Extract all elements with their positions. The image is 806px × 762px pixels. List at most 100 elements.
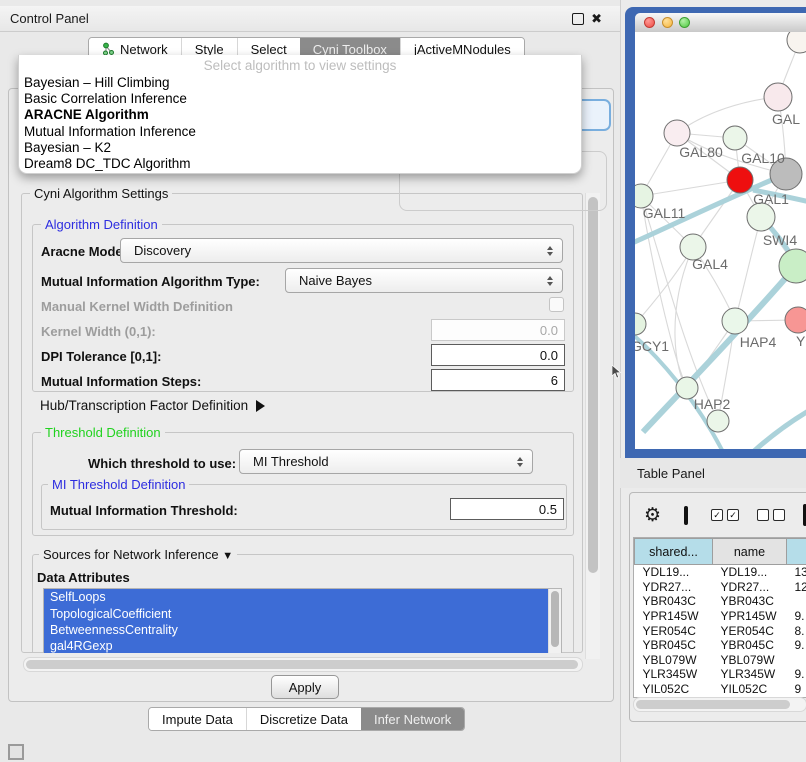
dropdown-item[interactable]: Basic Correlation Inference <box>19 91 581 107</box>
tab-impute-data-label: Impute Data <box>162 712 233 727</box>
algorithm-definition-title: Algorithm Definition <box>41 218 162 231</box>
control-panel: Control Panel ✖ Network Style Select Cyn… <box>0 0 621 762</box>
column-header-name[interactable]: name <box>713 539 787 565</box>
list-item[interactable]: gal4RGexp <box>44 638 549 653</box>
node-hap4[interactable] <box>722 308 748 334</box>
sources-group: Sources for Network Inference ▼ Data Att… <box>32 554 574 652</box>
mi-threshold-field[interactable]: 0.5 <box>450 498 564 520</box>
apply-button[interactable]: Apply <box>271 675 339 699</box>
table-row[interactable]: YPR145WYPR145W9. <box>635 609 806 624</box>
table-row[interactable]: YLR345WYLR345W9. <box>635 667 806 682</box>
dpi-tolerance-field[interactable]: 0.0 <box>431 344 565 366</box>
stepper-icon <box>547 276 553 286</box>
tab-discretize-data-label: Discretize Data <box>260 712 348 727</box>
column-header-partial[interactable] <box>787 539 806 565</box>
node-gal[interactable] <box>764 83 792 111</box>
tab-impute-data[interactable]: Impute Data <box>149 708 246 730</box>
network-view-window[interactable]: GAL GAL80 GAL10 GAL1 GAL11 SWI4 GAL4 GCY… <box>625 7 806 458</box>
stepper-icon <box>547 246 553 256</box>
table-row[interactable]: YIL052CYIL052C9 <box>635 682 806 697</box>
dropdown-item[interactable]: Bayesian – K2 <box>19 140 581 156</box>
column-layout-icon[interactable] <box>684 506 688 525</box>
list-vertical-scrollbar[interactable] <box>548 589 561 653</box>
mi-steps-label: Mutual Information Steps: <box>41 374 201 389</box>
list-item[interactable]: TopologicalCoefficient <box>44 605 549 621</box>
node-label: GAL1 <box>753 191 789 207</box>
sources-title-label: Sources for Network Inference <box>43 547 219 562</box>
algorithm-definition-group: Algorithm Definition Aracne Mode: Discov… <box>32 224 574 392</box>
which-threshold-value: MI Threshold <box>253 454 329 469</box>
data-attributes-list[interactable]: SelfLoops TopologicalCoefficient Between… <box>43 588 562 653</box>
node-swi4[interactable] <box>747 203 775 231</box>
table-panel-title: Table Panel <box>637 466 705 481</box>
mac-close-icon[interactable] <box>644 17 655 28</box>
dropdown-item-selected[interactable]: ARACNE Algorithm <box>19 107 581 123</box>
table-row[interactable]: YDR27...YDR27...12 <box>635 580 806 595</box>
data-attributes-label: Data Attributes <box>37 570 130 585</box>
network-window-titlebar[interactable] <box>635 13 806 33</box>
dropdown-item[interactable]: Dream8 DC_TDC Algorithm <box>19 156 581 172</box>
which-threshold-combobox[interactable]: MI Threshold <box>239 449 533 474</box>
node-gal1[interactable] <box>727 167 753 193</box>
table-horizontal-scrollbar[interactable] <box>633 697 806 712</box>
collapse-down-icon: ▼ <box>222 550 233 562</box>
table-row[interactable]: YBL079WYBL079W <box>635 653 806 668</box>
aracne-mode-value: Discovery <box>134 243 191 258</box>
dropdown-item[interactable]: Mutual Information Inference <box>19 124 581 140</box>
node-label: GAL10 <box>741 150 785 166</box>
close-panel-icon[interactable]: ✖ <box>591 14 602 24</box>
threshold-definition-group: Threshold Definition Which threshold to … <box>32 432 574 536</box>
mi-threshold-definition-title: MI Threshold Definition <box>48 478 189 491</box>
aracne-mode-combobox[interactable]: Discovery <box>120 238 563 263</box>
float-panel-icon[interactable] <box>572 13 584 25</box>
mac-zoom-icon[interactable] <box>679 17 690 28</box>
algorithm-dropdown: Select algorithm to view settings Bayesi… <box>18 55 582 174</box>
table-row[interactable]: YBR043CYBR043C <box>635 594 806 609</box>
node-label: GAL11 <box>643 205 686 221</box>
list-item[interactable]: SelfLoops <box>44 589 549 605</box>
unselect-all-columns-icon[interactable] <box>757 509 785 521</box>
bottom-tabs: Impute Data Discretize Data Infer Networ… <box>148 707 465 731</box>
gear-icon[interactable]: ⚙ <box>644 504 661 527</box>
mi-steps-field[interactable]: 6 <box>431 369 565 391</box>
node[interactable] <box>707 410 729 432</box>
network-canvas[interactable]: GAL GAL80 GAL10 GAL1 GAL11 SWI4 GAL4 GCY… <box>635 32 806 449</box>
list-item[interactable]: BetweennessCentrality <box>44 622 549 638</box>
aracne-mode-label: Aracne Mode: <box>41 244 127 259</box>
node-gal10[interactable] <box>723 126 747 150</box>
settings-vertical-scrollbar[interactable] <box>585 193 600 659</box>
dpi-tolerance-label: DPI Tolerance [0,1]: <box>41 349 161 364</box>
table-header-row: shared... name <box>635 539 806 565</box>
node-gcy1[interactable] <box>635 313 646 335</box>
node-salmon[interactable] <box>785 307 806 333</box>
mi-threshold-definition-group: MI Threshold Definition Mutual Informati… <box>41 484 567 530</box>
column-header-shared-name[interactable]: shared... <box>635 539 713 565</box>
control-panel-titlebar: Control Panel ✖ <box>0 6 620 32</box>
table-row[interactable]: YDL19...YDL19...13 <box>635 565 806 580</box>
tab-discretize-data[interactable]: Discretize Data <box>246 708 361 730</box>
manual-kernel-checkbox[interactable] <box>549 297 564 312</box>
collapsed-panel-icon[interactable] <box>8 744 24 760</box>
expand-right-icon <box>256 400 265 412</box>
tab-infer-network[interactable]: Infer Network <box>361 708 464 730</box>
node-label: Y <box>796 333 806 349</box>
kernel-width-field[interactable]: 0.0 <box>431 319 565 341</box>
stepper-icon <box>517 457 523 467</box>
settings-horizontal-scrollbar[interactable] <box>23 657 583 672</box>
table-row[interactable]: YBR045CYBR045C9. <box>635 638 806 653</box>
select-all-columns-icon[interactable]: ✓✓ <box>711 509 739 521</box>
mi-type-combobox[interactable]: Naive Bayes <box>285 268 563 293</box>
node[interactable] <box>787 32 806 53</box>
mouse-cursor <box>612 365 622 379</box>
mi-threshold-label: Mutual Information Threshold: <box>50 503 238 518</box>
table-container: shared... name YDL19...YDL19...13 YDR27.… <box>633 537 806 698</box>
table-row[interactable]: YER054CYER054C8. <box>635 623 806 638</box>
mac-minimize-icon[interactable] <box>662 17 673 28</box>
node-label: GAL4 <box>692 256 728 272</box>
hub-definition-expander[interactable]: Hub/Transcription Factor Definition <box>40 398 265 413</box>
node-gal80[interactable] <box>664 120 690 146</box>
node-label: GAL <box>772 111 800 127</box>
dropdown-item[interactable]: Bayesian – Hill Climbing <box>19 75 581 91</box>
node-label: GAL80 <box>679 144 723 160</box>
sources-title[interactable]: Sources for Network Inference ▼ <box>39 548 237 563</box>
